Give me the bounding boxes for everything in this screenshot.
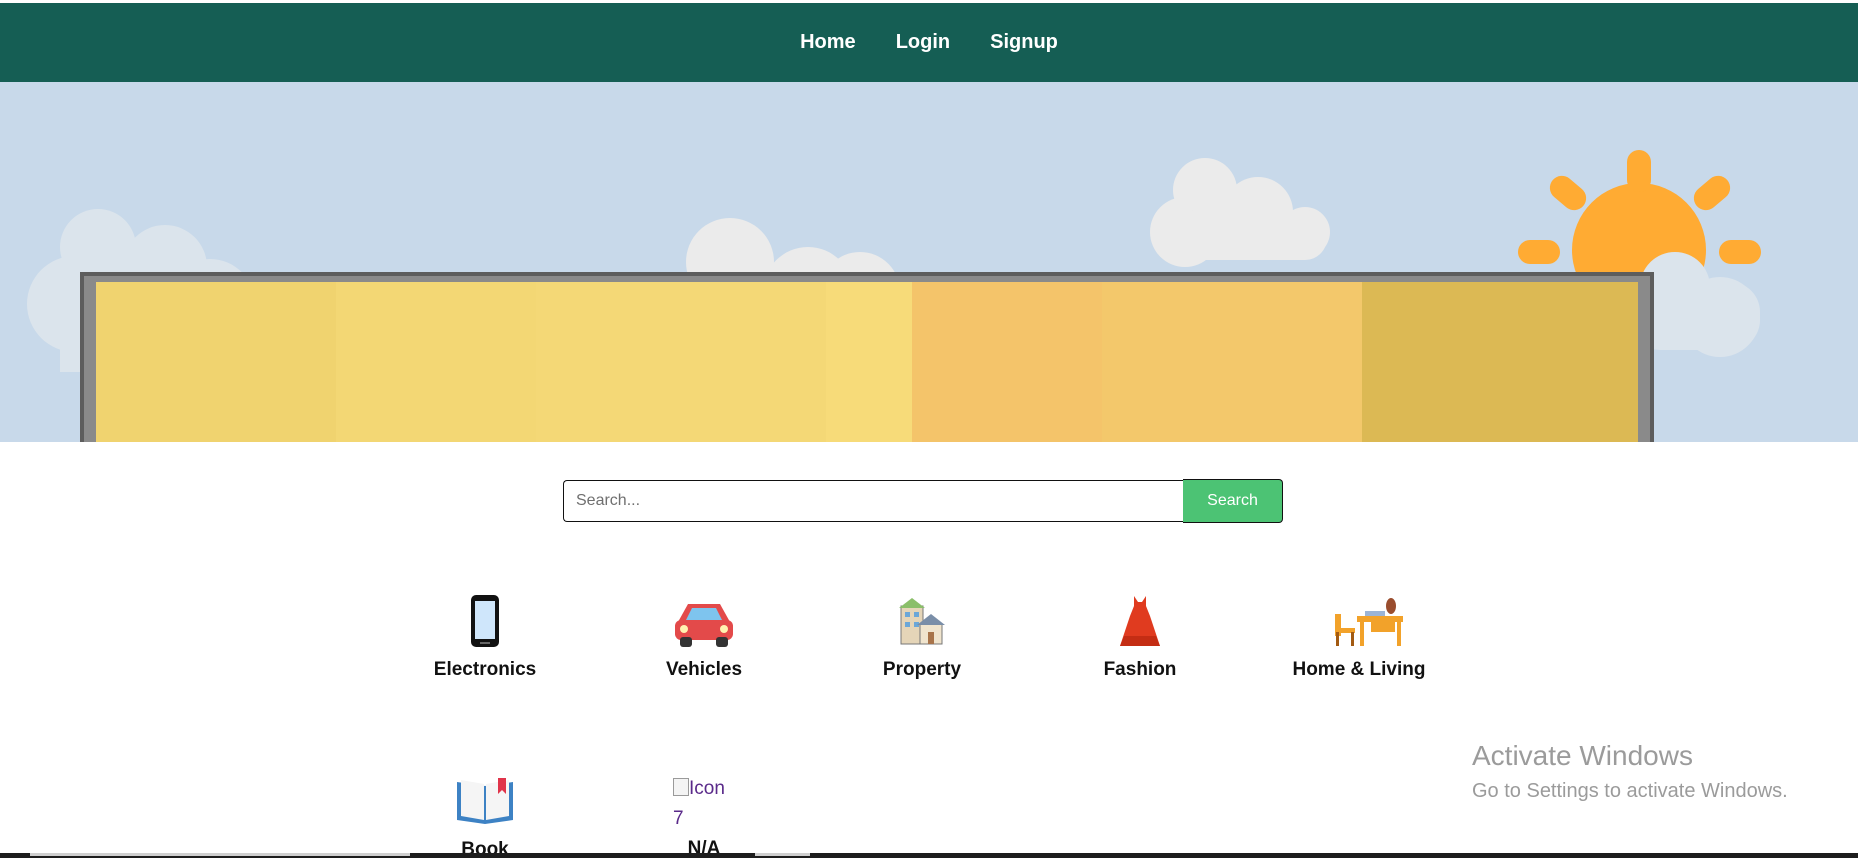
- broken-image-icon: [673, 778, 689, 796]
- search-button[interactable]: Search: [1183, 479, 1283, 523]
- taskbar-edge: [0, 853, 1858, 858]
- search-input[interactable]: [563, 480, 1183, 522]
- taskbar-segment: [30, 853, 410, 856]
- category-na-image: Icon 7: [673, 774, 753, 834]
- hero-banner: [0, 82, 1858, 442]
- nav-signup-link[interactable]: Signup: [990, 31, 1058, 54]
- mobile-phone-icon: [385, 592, 585, 652]
- activate-windows-watermark: Activate Windows Go to Settings to activ…: [1472, 740, 1788, 803]
- category-label: Fashion: [1103, 659, 1177, 680]
- category-home-living[interactable]: Home & Living: [1259, 592, 1459, 681]
- banner-frame: [80, 272, 1654, 442]
- house-buildings-icon: [822, 592, 1022, 652]
- taskbar-segment: [755, 853, 810, 856]
- category-vehicles[interactable]: Vehicles: [604, 592, 804, 681]
- category-book[interactable]: Book: [385, 772, 585, 861]
- dress-icon: [1040, 592, 1240, 652]
- category-label: Home & Living: [1292, 659, 1426, 680]
- watermark-title: Activate Windows: [1472, 740, 1693, 771]
- search-bar: Search: [563, 479, 1283, 524]
- nav-login-link[interactable]: Login: [896, 31, 950, 54]
- top-navbar: Home Login Signup: [0, 3, 1858, 82]
- category-label: Electronics: [433, 659, 537, 680]
- category-property[interactable]: Property: [822, 592, 1022, 681]
- nav-home-link[interactable]: Home: [800, 31, 856, 54]
- hero-illustration: [27, 150, 1761, 442]
- desk-chair-icon: [1259, 592, 1459, 652]
- category-label: Vehicles: [665, 659, 743, 680]
- car-icon: [604, 592, 804, 652]
- cloud-right-icon: [1150, 158, 1330, 267]
- category-label: Property: [882, 659, 962, 680]
- open-book-icon: [385, 772, 585, 832]
- broken-image-alt-text-2: 7: [673, 808, 684, 829]
- watermark-subtitle: Go to Settings to activate Windows.: [1472, 780, 1788, 802]
- category-fashion[interactable]: Fashion: [1040, 592, 1240, 681]
- broken-image-alt-text: Icon: [689, 778, 725, 799]
- category-electronics[interactable]: Electronics: [385, 592, 585, 681]
